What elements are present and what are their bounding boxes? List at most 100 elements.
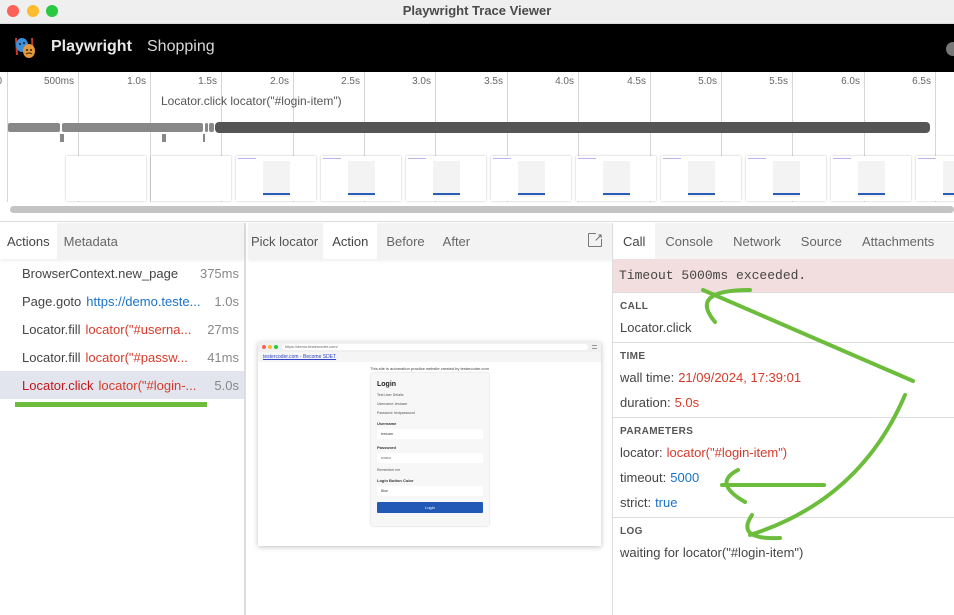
tab-action[interactable]: Action [323, 223, 378, 259]
timeline-hover-label: Locator.click locator("#login-item") [161, 94, 342, 108]
action-name: BrowserContext.new_page [22, 265, 179, 281]
wall-time-value: 21/09/2024, 17:39:01 [678, 370, 802, 385]
timeline-tick-label: 1.5s [198, 76, 217, 87]
action-param: locator("#passw... [85, 349, 188, 365]
timeline-tick-label: 5.0s [698, 76, 717, 87]
action-item-goto[interactable]: Page.goto https://demo.teste... 1.0s [0, 287, 244, 315]
snapshot-intro: This site is automation practice website… [370, 366, 489, 371]
timeline-scrollbar[interactable] [10, 206, 954, 213]
filmstrip-mini-card [858, 161, 885, 197]
tab-call[interactable]: Call [613, 223, 656, 259]
filmstrip-mini-card [348, 161, 375, 197]
action-duration: 375ms [199, 265, 239, 281]
pick-locator-button[interactable]: Pick locator [248, 223, 323, 259]
filmstrip-mini-link [748, 158, 766, 159]
brand-name: Playwright [51, 38, 132, 55]
timeline-bar-fill-password[interactable] [209, 123, 214, 132]
filmstrip-frame[interactable] [661, 156, 741, 201]
timeline-event-marker [162, 134, 166, 142]
theme-toggle-icon[interactable] [946, 42, 954, 56]
filmstrip-mini-card [603, 161, 630, 197]
tab-metadata[interactable]: Metadata [57, 223, 125, 259]
filmstrip-frame[interactable] [831, 156, 911, 201]
timeline-tick-label: 2.5s [341, 76, 360, 87]
snapshot-password-input: •••••••• [377, 453, 483, 463]
filmstrip-frame[interactable] [321, 156, 401, 201]
snapshot-login-heading: Login [377, 381, 397, 388]
snapshot-url-bar: https://demo.testercoder.com/ [282, 344, 588, 350]
locator-label: locator: [620, 445, 663, 460]
filmstrip-frame[interactable] [236, 156, 316, 201]
filmstrip-mini-link [833, 158, 851, 159]
tab-actions[interactable]: Actions [0, 223, 57, 259]
call-value: Locator.click [620, 320, 692, 335]
filmstrip-frame[interactable] [916, 156, 954, 201]
tab-attachments[interactable]: Attachments [852, 223, 944, 259]
snapshot-browser-chrome: https://demo.testercoder.com/ [258, 342, 601, 352]
snapshot-tabbar: Pick locator Action Before After ↗ [248, 223, 612, 259]
snapshot-password-label: Password [377, 445, 396, 450]
timeline-bar-click[interactable] [215, 122, 930, 133]
filmstrip-mini-card [433, 161, 460, 197]
locator-value: locator("#login-item") [666, 445, 788, 460]
timeline-bar-new-page[interactable] [8, 123, 60, 132]
snapshot-details-username: Username: testuser [377, 402, 408, 406]
log-section-title: LOG [620, 526, 643, 537]
filmstrip-frame[interactable] [746, 156, 826, 201]
action-list: BrowserContext.new_page 375ms Page.goto … [0, 259, 244, 399]
strict-value: true [655, 495, 678, 510]
filmstrip-mini-card [263, 161, 290, 197]
action-item-new-page[interactable]: BrowserContext.new_page 375ms [0, 259, 244, 287]
filmstrip-frame[interactable] [491, 156, 571, 201]
timeline-bar-goto[interactable] [62, 123, 203, 132]
timeline[interactable]: 0 500ms 1.0s 1.5s 2.0s 2.5s 3.0s 3.5s 4.0s 4.5s 5.… [0, 72, 954, 222]
action-duration: 41ms [207, 349, 239, 365]
action-item-fill-password[interactable]: Locator.fill locator("#passw... 41ms [0, 343, 244, 371]
wall-time-label: wall time: [620, 370, 675, 385]
tab-before[interactable]: Before [377, 223, 433, 259]
window-title: Playwright Trace Viewer [402, 3, 552, 18]
timeline-tick-label: 3.0s [412, 76, 431, 87]
timeline-bar-fill-username[interactable] [205, 123, 208, 132]
timeline-tick-label: 4.5s [627, 76, 646, 87]
duration-row: duration: 5.0s [613, 392, 954, 417]
annotation-underline [15, 402, 207, 407]
timeout-row: timeout: 5000 [613, 467, 954, 492]
filmstrip-mini-btn [688, 193, 715, 195]
filmstrip-mini-btn [518, 193, 545, 195]
snapshot-panel: Pick locator Action Before After ↗ https… [248, 223, 612, 615]
tab-source[interactable]: Source [791, 223, 852, 259]
timeout-label: timeout: [620, 470, 667, 485]
filmstrip-frame[interactable] [576, 156, 656, 201]
log-entry: waiting for locator("#login-item") [620, 545, 804, 560]
tab-network[interactable]: Network [723, 223, 791, 259]
filmstrip-mini-link [578, 158, 596, 159]
timeline-tick-label: 4.0s [555, 76, 574, 87]
timeline-tick-label: 5.5s [769, 76, 788, 87]
filmstrip-mini-link [323, 158, 341, 159]
snapshot-username-label: Username [377, 421, 397, 426]
filmstrip-frame[interactable] [151, 156, 231, 201]
error-message: Timeout 5000ms exceeded. [613, 259, 954, 293]
filmstrip-frame[interactable] [406, 156, 486, 201]
tab-after[interactable]: After [434, 223, 479, 259]
filmstrip-frame[interactable] [66, 156, 146, 201]
snapshot-nav-link: testercoder.com - Become SDET [258, 352, 601, 362]
filmstrip-mini-card [518, 161, 545, 197]
window-titlebar: Playwright Trace Viewer [0, 0, 954, 24]
duration-label: duration: [620, 395, 671, 410]
parameters-section-title: PARAMETERS [620, 426, 694, 437]
tab-console[interactable]: Console [655, 223, 723, 259]
duration-value: 5.0s [674, 395, 700, 410]
filmstrip-mini-link [918, 158, 936, 159]
page-snapshot[interactable]: https://demo.testercoder.com/ testercode… [258, 342, 601, 546]
action-param: https://demo.teste... [86, 293, 201, 309]
filmstrip-mini-btn [943, 193, 954, 195]
timeline-event-marker [60, 134, 64, 142]
action-item-fill-username[interactable]: Locator.fill locator("#userna... 27ms [0, 315, 244, 343]
snapshot-username-input: testuser [377, 429, 483, 439]
action-item-click[interactable]: Locator.click locator("#login-... 5.0s [0, 371, 244, 399]
call-section-title: CALL [620, 301, 649, 312]
snapshot-login-button: Login [377, 502, 483, 513]
snapshot-dot-red [262, 345, 266, 349]
